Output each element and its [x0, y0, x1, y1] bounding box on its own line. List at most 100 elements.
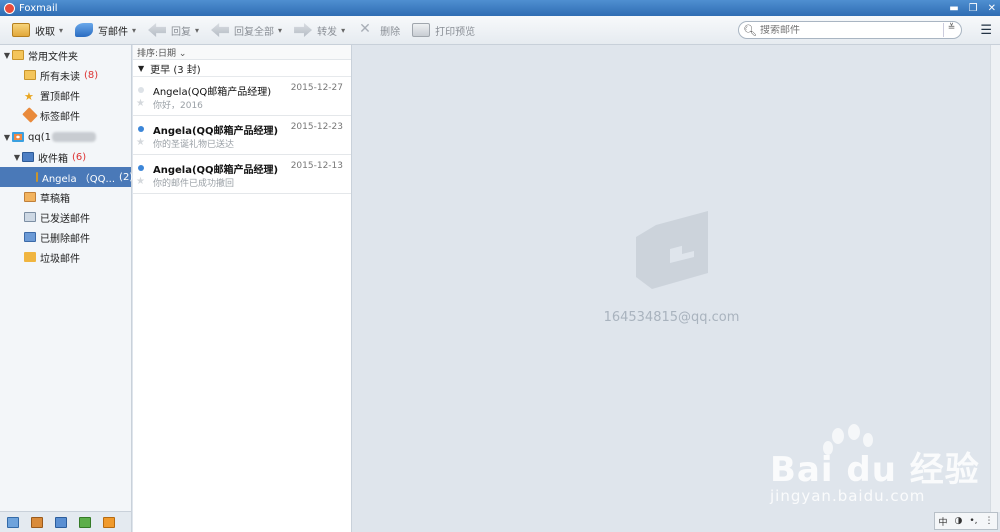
- message-preview: 你好，2016: [153, 101, 203, 111]
- collapse-arrow-icon[interactable]: ▼: [138, 64, 144, 73]
- sidebar-item-tagged[interactable]: 标签邮件: [0, 105, 131, 125]
- compose-label: 写邮件: [98, 26, 129, 38]
- sidebar-item-label: 收件箱: [38, 153, 68, 165]
- reply-button[interactable]: 回复 ▾: [146, 19, 205, 41]
- minimize-button[interactable]: ▬: [949, 3, 958, 14]
- reply-label: 回复: [171, 26, 192, 38]
- expand-arrow-icon[interactable]: ▼: [2, 51, 12, 60]
- message-sender: Angela(QQ邮箱产品经理): [153, 126, 279, 137]
- notes-module-icon[interactable]: [79, 516, 91, 528]
- sidebar-item-junk[interactable]: 垃圾邮件: [0, 247, 131, 267]
- message-date: 2015-12-27: [290, 83, 343, 93]
- ime-language-label[interactable]: 中: [938, 515, 947, 528]
- favorites-label: 常用文件夹: [28, 51, 78, 63]
- expand-arrow-icon[interactable]: ▼: [12, 153, 22, 162]
- printer-icon: [412, 23, 431, 37]
- sidebar-item-label: 垃圾邮件: [40, 253, 80, 265]
- reply-all-arrow-icon: [211, 23, 230, 37]
- sidebar-item-drafts[interactable]: 草稿箱: [0, 187, 131, 207]
- delete-button[interactable]: 删除: [355, 19, 406, 41]
- feather-pen-icon: [75, 23, 94, 37]
- rss-module-icon[interactable]: [103, 516, 115, 528]
- expand-arrow-icon[interactable]: ▼: [2, 133, 12, 142]
- search-options-icon[interactable]: ≚: [943, 23, 959, 37]
- search-input[interactable]: [759, 24, 930, 36]
- read-status-dot-icon: [138, 87, 144, 93]
- message-date: 2015-12-23: [290, 122, 343, 132]
- sort-control[interactable]: 排序:日期 ⌄: [133, 45, 351, 60]
- unread-count: (2): [119, 171, 134, 183]
- print-preview-button[interactable]: 打印预览: [410, 19, 481, 41]
- sidebar-item-sent[interactable]: 已发送邮件: [0, 207, 131, 227]
- star-icon[interactable]: ★: [136, 98, 145, 109]
- chevron-down-icon[interactable]: ▾: [59, 26, 63, 35]
- message-preview: 你的邮件已成功撤回: [153, 179, 235, 189]
- module-switcher: [0, 511, 132, 532]
- receive-button[interactable]: 收取 ▾: [10, 19, 69, 41]
- main-menu-icon[interactable]: ☰: [980, 23, 992, 38]
- sidebar-item-inbox[interactable]: ▼ 收件箱 (6): [0, 147, 131, 167]
- window-controls: ▬ ❐ ✕: [949, 0, 996, 16]
- unread-count: (8): [84, 69, 99, 81]
- message-row[interactable]: ★ Angela(QQ邮箱产品经理) 2015-12-13 你的邮件已成功撤回: [133, 155, 351, 194]
- sidebar-item-pinned[interactable]: ★ 置顶邮件: [0, 85, 131, 105]
- foxmail-logo-icon: [4, 2, 15, 14]
- message-row[interactable]: ★ Angela(QQ邮箱产品经理) 2015-12-23 你的圣诞礼物已送达: [133, 116, 351, 155]
- message-row[interactable]: ★ Angela(QQ邮箱产品经理) 2015-12-27 你好，2016: [133, 77, 351, 116]
- vertical-scrollbar[interactable]: [990, 45, 1000, 512]
- date-group-header[interactable]: ▼ 更早 (3 封): [133, 60, 351, 77]
- trash-icon: [24, 232, 36, 242]
- sidebar-item-label: 草稿箱: [40, 193, 70, 205]
- unread-status-dot-icon: [138, 165, 144, 171]
- star-icon: ★: [24, 90, 34, 103]
- contacts-module-icon[interactable]: [31, 516, 43, 528]
- sent-icon: [24, 212, 36, 222]
- sidebar-item-label: 标签邮件: [40, 111, 80, 123]
- account-node[interactable]: ▼ qq(1: [0, 127, 131, 147]
- reply-all-button[interactable]: 回复全部 ▾: [209, 19, 288, 41]
- chevron-down-icon[interactable]: ▾: [195, 26, 199, 35]
- chevron-down-icon[interactable]: ▾: [341, 26, 345, 35]
- ime-menu-icon[interactable]: ⋮: [984, 516, 993, 526]
- compose-button[interactable]: 写邮件 ▾: [73, 19, 142, 41]
- restore-button[interactable]: ❐: [969, 3, 978, 14]
- message-list: 排序:日期 ⌄ ▼ 更早 (3 封) ★ Angela(QQ邮箱产品经理) 20…: [133, 45, 352, 532]
- forward-label: 转发: [317, 26, 338, 38]
- chevron-down-icon[interactable]: ▾: [132, 26, 136, 35]
- qq-account-icon: [12, 132, 24, 142]
- star-icon[interactable]: ★: [136, 176, 145, 187]
- sidebar-item-deleted[interactable]: 已删除邮件: [0, 227, 131, 247]
- delete-label: 删除: [380, 26, 401, 38]
- message-sender: Angela(QQ邮箱产品经理): [153, 87, 272, 98]
- ime-moon-icon[interactable]: ◑: [954, 516, 962, 526]
- ime-punct-icon[interactable]: •,: [969, 516, 977, 526]
- account-email: 164534815@qq.com: [603, 310, 740, 325]
- window-title: Foxmail: [19, 2, 58, 14]
- sidebar-item-label: 已删除邮件: [40, 233, 90, 245]
- watermark-site: jingyan.baidu.com: [770, 487, 926, 505]
- favorites-folder[interactable]: ▼ 常用文件夹: [0, 45, 131, 65]
- folder-icon: [24, 70, 36, 80]
- calendar-module-icon[interactable]: [55, 516, 67, 528]
- search-icon: 🔍︎: [743, 23, 757, 37]
- folder-icon: [36, 172, 38, 182]
- unread-status-dot-icon: [138, 126, 144, 132]
- folder-pane: ▼ 常用文件夹 所有未读 (8) ★ 置顶邮件 标签邮件 ▼ qq(1 ▼ 收件…: [0, 45, 134, 511]
- print-preview-label: 打印预览: [435, 26, 476, 38]
- sidebar-item-all-unread[interactable]: 所有未读 (8): [0, 65, 131, 85]
- group-label: 更早 (3 封): [150, 64, 201, 76]
- chevron-down-icon[interactable]: ▾: [278, 26, 282, 35]
- sidebar-item-angela[interactable]: Angela （QQ... (2): [0, 167, 134, 187]
- close-button[interactable]: ✕: [988, 3, 996, 14]
- star-icon[interactable]: ★: [136, 137, 145, 148]
- receive-icon: [12, 23, 30, 37]
- sidebar-item-label: 置顶邮件: [40, 91, 80, 103]
- sidebar-item-label: 所有未读: [40, 71, 80, 83]
- tag-icon: [22, 107, 38, 123]
- forward-button[interactable]: 转发 ▾: [292, 19, 351, 41]
- reply-all-label: 回复全部: [234, 26, 275, 38]
- sidebar-item-label: Angela （QQ...: [42, 173, 116, 185]
- receive-label: 收取: [35, 26, 55, 38]
- sidebar-item-label: 已发送邮件: [40, 213, 90, 225]
- mail-module-icon[interactable]: [7, 516, 19, 528]
